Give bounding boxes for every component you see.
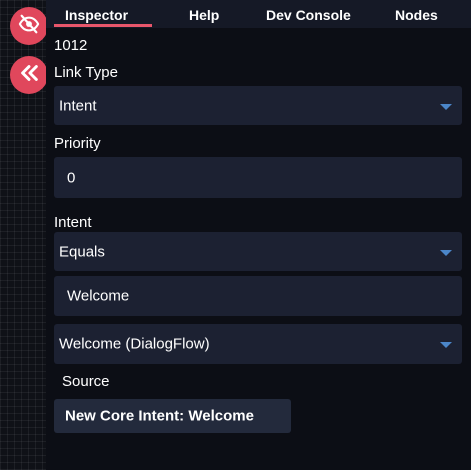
eye-off-icon <box>18 13 40 40</box>
chevron-down-icon <box>440 342 452 348</box>
new-core-intent-button[interactable]: New Core Intent: Welcome <box>54 399 291 433</box>
priority-input[interactable]: 0 <box>54 157 462 198</box>
inspector-panel: Inspector Help Dev Console Nodes 1012 Li… <box>46 0 471 470</box>
chevron-down-icon <box>440 249 452 256</box>
chevron-down-icon <box>440 103 452 110</box>
intent-value-input[interactable]: Welcome <box>54 276 462 316</box>
link-type-select[interactable]: Intent <box>54 86 462 125</box>
double-chevron-left-icon <box>18 62 40 89</box>
hide-inspector-button[interactable] <box>10 7 48 45</box>
intent-source-value: Welcome (DialogFlow) <box>59 335 210 353</box>
source-label: Source <box>62 373 110 390</box>
intent-operator-value: Equals <box>59 243 105 260</box>
new-core-intent-label: New Core Intent: Welcome <box>65 407 254 425</box>
tab-help[interactable]: Help <box>189 7 219 23</box>
priority-label: Priority <box>54 135 101 152</box>
link-type-label: Link Type <box>54 64 118 81</box>
priority-value: 0 <box>67 169 76 186</box>
active-tab-indicator <box>54 24 152 27</box>
link-type-value: Intent <box>59 97 97 114</box>
tab-nodes[interactable]: Nodes <box>395 7 438 23</box>
intent-label: Intent <box>54 214 92 231</box>
intent-source-select[interactable]: Welcome (DialogFlow) <box>54 324 462 364</box>
tab-dev-console[interactable]: Dev Console <box>266 7 351 23</box>
tab-bar: Inspector Help Dev Console Nodes <box>46 0 471 28</box>
node-id: 1012 <box>54 37 88 54</box>
tab-inspector[interactable]: Inspector <box>65 7 128 23</box>
collapse-panel-button[interactable] <box>10 56 48 94</box>
intent-value: Welcome <box>67 287 130 305</box>
intent-operator-select[interactable]: Equals <box>54 232 462 271</box>
